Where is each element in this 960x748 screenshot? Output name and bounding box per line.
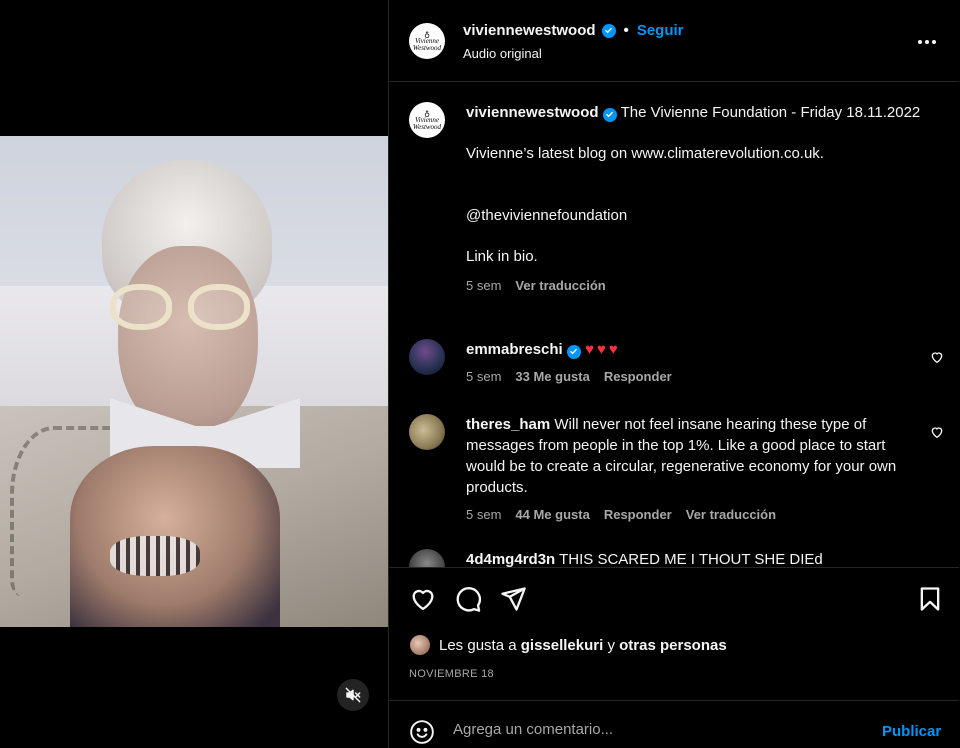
heart-icon[interactable] bbox=[409, 585, 437, 613]
reply-button[interactable]: Responder bbox=[604, 369, 672, 384]
liker-username[interactable]: gissellekuri bbox=[521, 637, 604, 654]
verified-icon bbox=[602, 107, 617, 122]
comment-likes[interactable]: 44 Me gusta bbox=[515, 507, 589, 522]
comment-username[interactable]: theres_ham bbox=[466, 416, 550, 433]
comment-body: ♥♥♥ bbox=[585, 341, 621, 358]
comment-username[interactable]: emmabreschi bbox=[466, 341, 563, 358]
publish-button[interactable]: Publicar bbox=[882, 723, 941, 740]
comment-meta: 5 sem 44 Me gusta Responder Ver traducci… bbox=[466, 507, 776, 522]
comment-time[interactable]: 5 sem bbox=[466, 369, 501, 384]
caption-title: The Vivienne Foundation - Friday 18.11.2… bbox=[620, 104, 921, 121]
share-icon[interactable] bbox=[499, 585, 527, 613]
more-icon-dot bbox=[925, 40, 929, 44]
more-options-button[interactable] bbox=[915, 30, 939, 54]
heart-icon[interactable] bbox=[929, 349, 945, 365]
likes-join: y bbox=[607, 636, 615, 654]
comments-area[interactable]: ♁ Vivienne Westwood viviennewestwood The… bbox=[389, 83, 959, 567]
caption-avatar[interactable]: ♁ Vivienne Westwood bbox=[409, 102, 445, 138]
follow-button[interactable]: Seguir bbox=[637, 22, 684, 39]
caption-line-blog: Vivienne’s latest blog on www.climaterev… bbox=[466, 145, 824, 162]
audio-label[interactable]: Audio original bbox=[463, 46, 542, 61]
reply-button[interactable]: Responder bbox=[604, 507, 672, 522]
author-username[interactable]: viviennewestwood bbox=[463, 22, 596, 39]
comment-translate-link[interactable]: Ver traducción bbox=[686, 507, 776, 522]
comment-time[interactable]: 5 sem bbox=[466, 507, 501, 522]
caption-translate-link[interactable]: Ver traducción bbox=[515, 275, 605, 296]
verified-icon bbox=[601, 23, 616, 38]
caption-line-mention[interactable]: @theviviennefoundation bbox=[466, 205, 936, 226]
verified-icon bbox=[566, 344, 581, 359]
caption-time[interactable]: 5 sem bbox=[466, 275, 501, 296]
heart-icon[interactable] bbox=[929, 424, 945, 440]
commenter-avatar[interactable] bbox=[409, 414, 445, 450]
brand-logo: ♁ Vivienne Westwood bbox=[412, 108, 442, 131]
comment-text: 4d4mg4rd3n THIS SCARED ME I THOUT SHE DI… bbox=[466, 549, 916, 567]
likes-prefix: Les gusta a bbox=[439, 636, 517, 654]
commenter-avatar[interactable] bbox=[409, 339, 445, 375]
comment-input[interactable] bbox=[453, 721, 853, 738]
comment-text: theres_ham Will never not feel insane he… bbox=[466, 414, 911, 498]
save-icon[interactable] bbox=[916, 585, 944, 613]
comment-body: THIS SCARED ME I THOUT SHE DIEd bbox=[559, 551, 823, 567]
comment-username[interactable]: 4d4mg4rd3n bbox=[466, 551, 555, 567]
separator-dot: • bbox=[623, 22, 629, 39]
comment-text: emmabreschi ♥♥♥ bbox=[466, 339, 916, 360]
mute-button[interactable] bbox=[337, 679, 369, 711]
video-shirt-print-detail bbox=[110, 536, 200, 576]
comment-icon[interactable] bbox=[454, 585, 482, 613]
more-icon-dot bbox=[932, 40, 936, 44]
post-date[interactable]: NOVIEMBRE 18 bbox=[409, 668, 494, 680]
caption-line-link: Link in bio. bbox=[466, 248, 538, 265]
likes-others-link[interactable]: otras personas bbox=[619, 637, 727, 654]
more-icon bbox=[918, 40, 922, 44]
post-video[interactable] bbox=[0, 136, 388, 627]
video-glasses-right bbox=[188, 284, 250, 330]
liker-avatar[interactable] bbox=[409, 634, 431, 656]
media-panel bbox=[0, 0, 388, 748]
likes-summary: Les gusta a gissellekuri y otras persona… bbox=[409, 634, 727, 656]
brand-logo: ♁ Vivienne Westwood bbox=[412, 29, 442, 52]
commenter-avatar[interactable] bbox=[409, 549, 445, 567]
post-header: ♁ Vivienne Westwood viviennewestwood • S… bbox=[389, 0, 959, 82]
video-glasses-left bbox=[110, 284, 172, 330]
caption-username[interactable]: viviennewestwood bbox=[466, 104, 599, 121]
comment-composer: Publicar bbox=[389, 700, 959, 748]
emoji-icon[interactable] bbox=[409, 719, 435, 745]
post-side-panel: ♁ Vivienne Westwood viviennewestwood • S… bbox=[388, 0, 960, 748]
caption-meta: 5 sem Ver traducción bbox=[466, 275, 936, 296]
likes-text: Les gusta a gissellekuri y otras persona… bbox=[439, 637, 727, 654]
author-row: viviennewestwood • Seguir bbox=[463, 22, 684, 39]
mute-icon bbox=[345, 687, 361, 703]
post-caption: viviennewestwood The Vivienne Foundation… bbox=[466, 102, 936, 296]
post-actions: Les gusta a gissellekuri y otras persona… bbox=[389, 567, 959, 748]
comment-meta: 5 sem 33 Me gusta Responder bbox=[466, 369, 672, 384]
author-avatar[interactable]: ♁ Vivienne Westwood bbox=[409, 23, 445, 59]
comment-likes[interactable]: 33 Me gusta bbox=[515, 369, 589, 384]
